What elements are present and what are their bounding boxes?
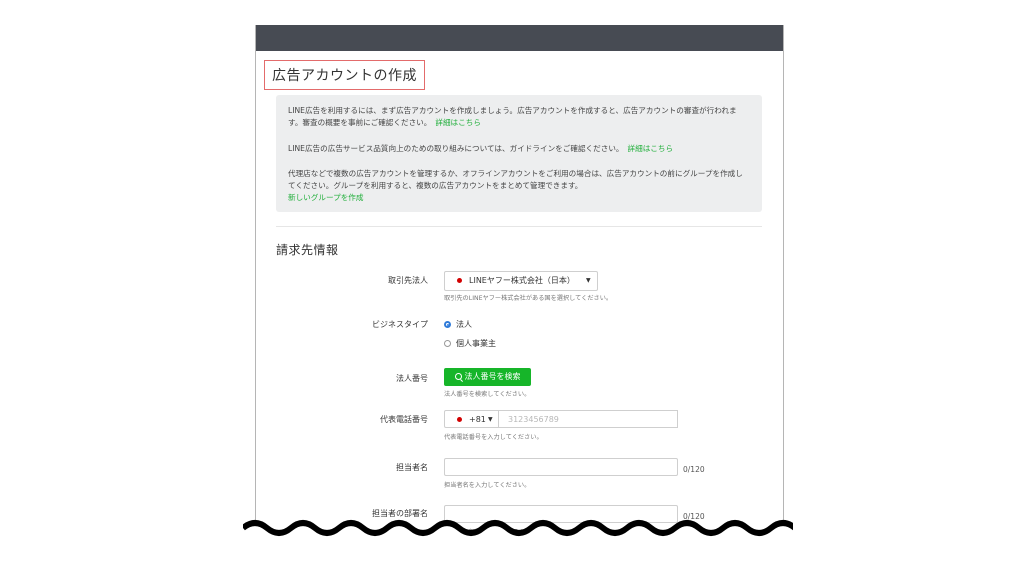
corp-number-help-text: 法人番号を検索してください。	[444, 391, 531, 398]
phone-label: 代表電話番号	[380, 415, 428, 424]
business-type-label: ビジネスタイプ	[372, 320, 428, 329]
torn-edge-wave	[243, 520, 793, 556]
entity-select[interactable]: LINEヤフー株式会社（日本） ▼	[444, 271, 598, 291]
contact-name-help-text: 担当者名を入力してください。	[444, 482, 531, 489]
guideline-details-link[interactable]: 詳細はこちら	[628, 144, 674, 153]
business-type-option-sole-proprietor[interactable]: 個人事業主	[456, 338, 496, 349]
search-corp-number-button[interactable]: 法人番号を検索	[444, 368, 531, 386]
phone-help-text: 代表電話番号を入力してください。	[444, 434, 543, 441]
phone-input[interactable]: 3123456789	[499, 410, 678, 428]
info-text-3: 代理店などで複数の広告アカウントを管理するか、オフラインアカウントをご利用の場合…	[288, 169, 743, 190]
business-type-radio-sole-proprietor[interactable]	[444, 340, 451, 347]
page-title: 広告アカウントの作成	[264, 60, 425, 90]
info-text-1: LINE広告を利用するには、まず広告アカウントを作成しましょう。広告アカウントを…	[288, 106, 737, 127]
country-code-value: +81	[469, 415, 486, 424]
business-type-radio-corporation[interactable]	[444, 321, 451, 328]
create-group-link[interactable]: 新しいグループを作成	[288, 192, 750, 204]
info-paragraph-2: LINE広告の広告サービス品質向上のための取り組みについては、ガイドラインをご確…	[288, 143, 750, 155]
top-header-bar	[256, 25, 783, 51]
japan-flag-icon	[457, 278, 462, 283]
info-text-2: LINE広告の広告サービス品質向上のための取り組みについては、ガイドラインをご確…	[288, 144, 624, 153]
contact-name-label: 担当者名	[396, 463, 428, 472]
contact-name-input[interactable]	[444, 458, 678, 476]
info-paragraph-3: 代理店などで複数の広告アカウントを管理するか、オフラインアカウントをご利用の場合…	[288, 168, 750, 204]
info-panel: LINE広告を利用するには、まず広告アカウントを作成しましょう。広告アカウントを…	[276, 95, 762, 212]
section-divider	[276, 226, 762, 227]
chevron-down-icon: ▼	[586, 277, 591, 284]
entity-label: 取引先法人	[388, 276, 428, 285]
entity-select-value: LINEヤフー株式会社（日本）	[469, 276, 575, 285]
wave-stroke	[243, 520, 793, 536]
contact-name-counter: 0/120	[683, 465, 705, 474]
search-corp-number-label: 法人番号を検索	[464, 372, 521, 381]
info-paragraph-1: LINE広告を利用するには、まず広告アカウントを作成しましょう。広告アカウントを…	[288, 105, 750, 129]
country-code-select[interactable]: +81 ▼	[444, 410, 499, 428]
form-window: 広告アカウントの作成 LINE広告を利用するには、まず広告アカウントを作成しまし…	[255, 25, 784, 545]
corp-number-label: 法人番号	[396, 374, 428, 383]
chevron-down-icon: ▼	[488, 416, 493, 423]
review-details-link[interactable]: 詳細はこちら	[435, 118, 481, 127]
business-type-option-corporation[interactable]: 法人	[456, 319, 472, 330]
search-icon	[454, 373, 462, 380]
wave-fill	[243, 523, 793, 556]
billing-section-title: 請求先情報	[276, 243, 339, 257]
japan-flag-icon	[457, 417, 462, 422]
entity-help-text: 取引先のLINEヤフー株式会社がある国を選択してください。	[444, 295, 613, 302]
